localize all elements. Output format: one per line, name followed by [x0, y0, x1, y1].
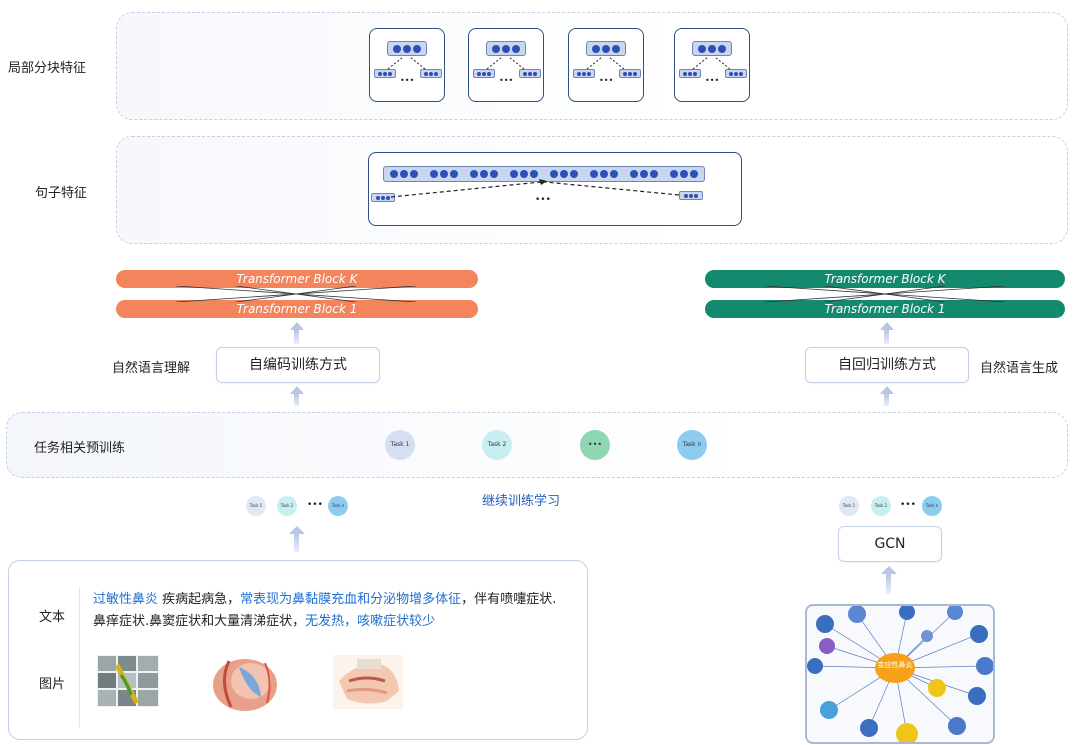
autoencoding-method-box: 自编码训练方式 [216, 347, 380, 383]
mini-task-n: Task n [328, 496, 348, 516]
knowledge-graph-image: 变应性鼻炎 [805, 604, 995, 744]
continue-training-label: 继续训练学习 [482, 494, 561, 509]
ellipsis: ••• [705, 76, 720, 85]
gcn-box: GCN [838, 526, 942, 562]
mini-task-1: Task 1 [839, 496, 859, 516]
right-side-label: 自然语言生成 [980, 361, 1059, 376]
mini-task-2: Task 2 [871, 496, 891, 516]
task-1-circle: Task 1 [385, 430, 415, 460]
mini-task-n: Task n [922, 496, 942, 516]
sentence-feature-label: 句子特征 [35, 186, 88, 201]
task-more-circle: ••• [580, 430, 610, 460]
highlight-sign: 常表现为鼻黏膜充血和分泌物增多体征 [240, 592, 462, 607]
up-arrow-icon [880, 322, 894, 330]
head-section-image [327, 651, 407, 713]
up-arrow-icon [881, 566, 897, 574]
ellipsis: ••• [535, 195, 551, 205]
text-label: 文本 [39, 610, 66, 625]
highlight-negative: 无发热，咳嗽症状较少 [305, 614, 436, 629]
up-arrow-icon [290, 386, 304, 394]
image-label: 图片 [39, 677, 66, 692]
up-arrow-icon [289, 526, 305, 534]
local-block-card: ••• [568, 28, 644, 102]
left-transformer-block-1: Transformer Block 1 [116, 300, 478, 318]
sentence-feature-card: ••• [368, 152, 742, 226]
local-block-card: ••• [674, 28, 750, 102]
ellipsis: ••• [599, 76, 614, 85]
up-arrow-icon [880, 386, 894, 394]
ellipsis: ••• [400, 76, 415, 85]
autoregressive-method-box: 自回归训练方式 [805, 347, 969, 383]
task-n-circle: Task n [677, 430, 707, 460]
mini-task-2: Task 2 [277, 496, 297, 516]
task-pretrain-label: 任务相关预训练 [34, 441, 126, 456]
ellipsis: ••• [499, 76, 514, 85]
clinical-text: 过敏性鼻炎 疾病起病急，常表现为鼻黏膜充血和分泌物增多体征，伴有喷嚏症状.鼻痒症… [93, 589, 563, 633]
up-arrow-icon [290, 322, 304, 330]
input-data-panel: 文本 过敏性鼻炎 疾病起病急，常表现为鼻黏膜充血和分泌物增多体征，伴有喷嚏症状.… [8, 560, 588, 740]
text-segment: ，伴有 [461, 592, 501, 607]
text-segment: 疾病起病急， [158, 592, 241, 607]
local-block-card: ••• [369, 28, 445, 102]
highlight-disease: 过敏性鼻炎 [93, 592, 159, 607]
anatomy-image-grid [97, 655, 159, 707]
ellipsis: ••• [900, 500, 916, 510]
nasal-anatomy-image [199, 651, 291, 713]
ellipsis: ••• [307, 500, 323, 510]
task-pretrain-panel [6, 412, 1068, 478]
left-side-label: 自然语言理解 [112, 361, 191, 376]
left-cross-connections [175, 286, 417, 302]
local-feature-label: 局部分块特征 [8, 61, 87, 76]
right-transformer-block-1: Transformer Block 1 [705, 300, 1065, 318]
local-block-card: ••• [468, 28, 544, 102]
right-cross-connections [764, 286, 1006, 302]
task-2-circle: Task 2 [482, 430, 512, 460]
kg-center-node: 变应性鼻炎 [877, 661, 913, 669]
mini-task-1: Task 1 [246, 496, 266, 516]
divider [79, 587, 80, 727]
